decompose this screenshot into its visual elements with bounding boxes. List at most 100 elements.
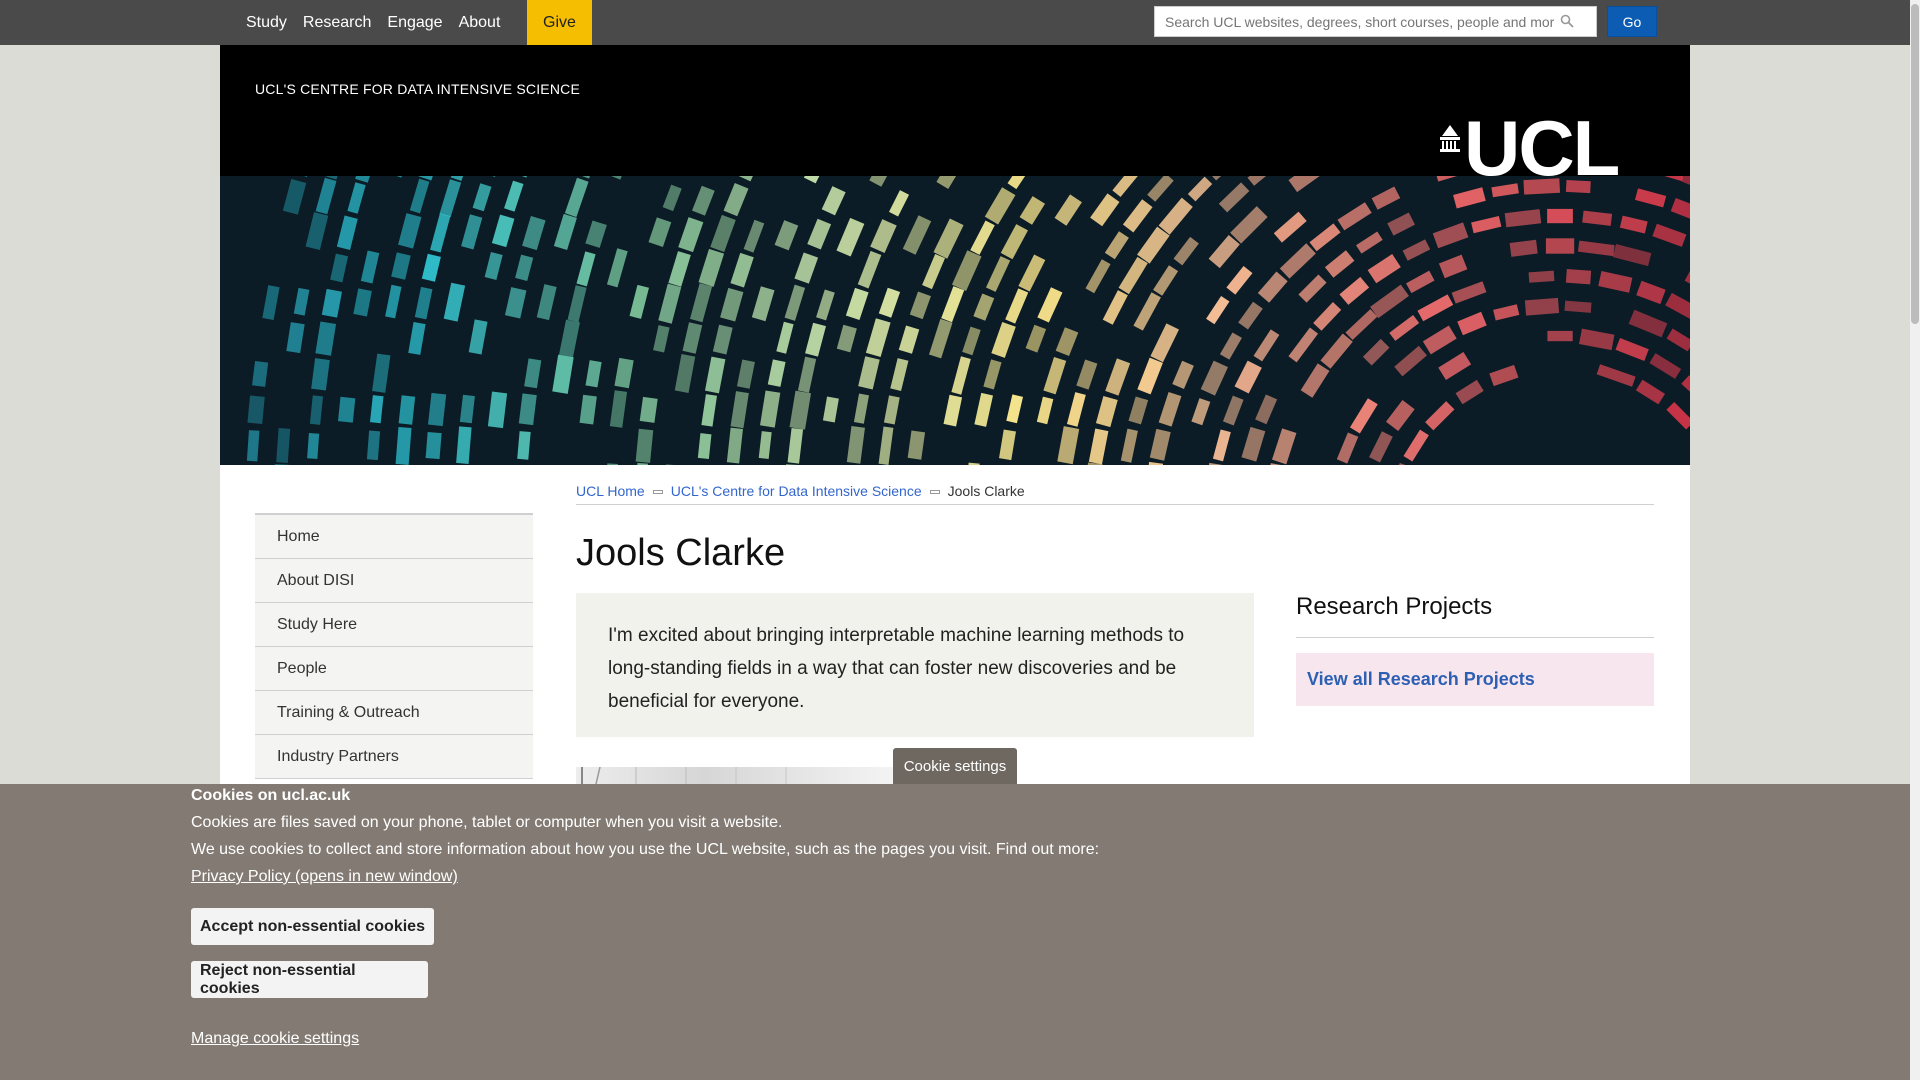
privacy-policy-link[interactable]: Privacy Policy (opens in new window) — [191, 868, 458, 886]
banner-tile — [430, 213, 451, 253]
banner-tile — [1150, 323, 1179, 363]
banner-tile — [704, 356, 726, 394]
banner-tile — [805, 322, 826, 357]
banner-tile — [347, 182, 366, 214]
banner-tile — [984, 187, 1016, 225]
banner-tile — [514, 176, 537, 178]
nav-research[interactable]: Research — [303, 14, 371, 32]
banner-tile — [1684, 269, 1690, 294]
banner-tile — [1271, 428, 1297, 465]
banner-tile — [1000, 224, 1028, 260]
banner-tile — [483, 176, 504, 178]
banner-tile — [450, 176, 472, 181]
nav-study[interactable]: Study — [246, 14, 287, 32]
banner-tile — [858, 356, 880, 390]
banner-tile — [1230, 206, 1268, 244]
ucl-logo[interactable]: UCL — [1438, 113, 1668, 176]
banner-tile — [1367, 254, 1401, 284]
banner-tile — [1118, 256, 1148, 295]
banner-tile — [472, 183, 492, 212]
banner-tile — [668, 251, 691, 287]
banner-tile — [822, 396, 839, 423]
nav-about[interactable]: About — [459, 14, 501, 32]
banner-tile — [1112, 176, 1142, 198]
banner-tile — [585, 220, 607, 248]
banner-tile — [865, 318, 891, 358]
banner-tile — [1172, 360, 1194, 390]
banner-tile — [1208, 176, 1245, 181]
banner-tile — [1612, 244, 1652, 267]
banner-tile — [369, 395, 384, 424]
banner-tile — [1247, 176, 1275, 186]
left-nav-people[interactable]: People — [255, 647, 533, 691]
banner-tile — [710, 214, 736, 253]
banner-tile — [1417, 294, 1454, 322]
banner-tile — [294, 176, 315, 177]
banner-tile — [262, 285, 280, 321]
left-nav-industry-partners[interactable]: Industry Partners — [255, 735, 533, 779]
banner-tile — [286, 322, 305, 354]
banner-tile — [1337, 202, 1372, 231]
banner-tile — [553, 213, 577, 250]
left-nav-home[interactable]: Home — [255, 515, 533, 559]
breadcrumb-section[interactable]: UCL's Centre for Data Intensive Science — [671, 483, 922, 499]
banner-tile — [869, 176, 894, 187]
banner-tile — [1453, 187, 1486, 209]
banner-tile — [273, 464, 289, 465]
banner-tile — [1565, 179, 1591, 194]
banner-tile — [653, 325, 670, 353]
nav-engage[interactable]: Engage — [387, 14, 442, 32]
banner-tile — [836, 324, 857, 353]
go-button[interactable]: Go — [1607, 6, 1657, 37]
left-nav-training-outreach[interactable]: Training & Outreach — [255, 691, 533, 735]
search-input[interactable] — [1155, 7, 1555, 36]
banner-tile — [1218, 182, 1250, 213]
breadcrumb-home[interactable]: UCL Home — [576, 483, 645, 499]
banner-tile — [552, 354, 574, 394]
banner-tile — [1234, 360, 1262, 394]
banner-tile — [1425, 401, 1455, 431]
banner-tile — [738, 176, 762, 182]
banner-tile — [758, 431, 772, 459]
banner-tile — [1153, 265, 1179, 296]
banner-tile — [736, 359, 755, 389]
banner-tile — [578, 176, 600, 179]
banner-tile — [1090, 193, 1120, 227]
banner-tile — [517, 431, 531, 460]
banner-tile — [1128, 396, 1149, 425]
top-bar: Study Research Engage About Give Go — [0, 0, 1910, 45]
scrollbar-thumb[interactable] — [1911, 4, 1919, 324]
banner-tile — [1226, 266, 1253, 295]
banner-tile — [787, 428, 804, 464]
left-nav-about-disi[interactable]: About DISI — [255, 559, 533, 603]
banner-tile — [1524, 297, 1560, 316]
banner-tile — [845, 287, 869, 320]
accept-cookies-button[interactable]: Accept non-essential cookies — [191, 908, 434, 945]
banner-tile — [1203, 462, 1225, 465]
manage-cookie-settings-link[interactable]: Manage cookie settings — [191, 1030, 359, 1048]
reject-cookies-button[interactable]: Reject non-essential cookies — [191, 961, 428, 998]
banner-tile — [678, 217, 704, 253]
site-title[interactable]: UCL'S CENTRE FOR DATA INTENSIVE SCIENCE — [255, 81, 580, 97]
banner-tile — [372, 353, 391, 393]
breadcrumb-separator-icon — [652, 490, 663, 494]
banner-tile — [951, 356, 971, 395]
banner-tile — [1320, 333, 1353, 369]
banner-tile — [922, 253, 946, 290]
banner-tile — [1356, 231, 1383, 254]
left-nav-study-here[interactable]: Study Here — [255, 603, 533, 647]
research-projects-heading: Research Projects — [1296, 593, 1493, 620]
search-icon[interactable] — [1560, 14, 1574, 28]
banner-tile — [321, 288, 342, 318]
banner-tile — [614, 357, 634, 389]
banner-tile — [970, 220, 995, 255]
give-button[interactable]: Give — [527, 0, 592, 45]
banner-tile — [1085, 259, 1111, 294]
banner-tile — [674, 354, 696, 393]
banner-tile — [726, 427, 743, 464]
banner-tile — [1636, 280, 1666, 305]
view-all-research-projects-link[interactable]: View all Research Projects — [1296, 653, 1654, 706]
banner-tile — [794, 252, 819, 284]
banner-tile — [1582, 210, 1613, 226]
cookie-settings-tab[interactable]: Cookie settings — [893, 748, 1017, 784]
